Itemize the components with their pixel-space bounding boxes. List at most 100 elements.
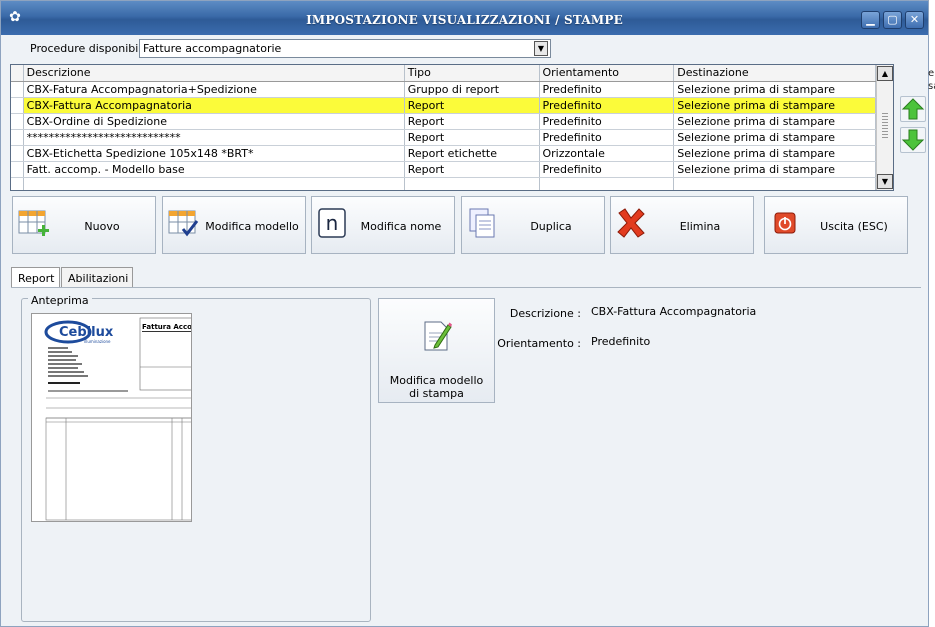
- report-grid: Descrizione Tipo Orientamento Destinazio…: [10, 64, 894, 191]
- background-text-fragment: sa: [928, 81, 935, 92]
- cell-descrizione: CBX-Ordine di Spedizione: [23, 113, 405, 130]
- row-gutter: [11, 97, 24, 114]
- cell-destinazione: [673, 177, 876, 190]
- procedure-select[interactable]: Fatture accompagnatorie ▼: [139, 39, 551, 58]
- cell-destinazione: Selezione prima di stampare: [673, 161, 876, 178]
- table-row-selected[interactable]: CBX-Fattura Accompagnatoria Report Prede…: [11, 97, 876, 114]
- cell-tipo: Gruppo di report: [404, 81, 540, 98]
- modifica-nome-label: Modifica nome: [360, 220, 442, 233]
- rename-icon: n: [318, 208, 346, 238]
- green-arrow-down-icon: [901, 129, 925, 151]
- table-row[interactable]: CBX-Etichetta Spedizione 105x148 *BRT* R…: [11, 145, 876, 162]
- cell-destinazione: Selezione prima di stampare: [673, 145, 876, 162]
- report-table: Descrizione Tipo Orientamento Destinazio…: [11, 65, 876, 190]
- scroll-down-icon[interactable]: ▼: [877, 174, 893, 189]
- rename-icon-letter: n: [326, 211, 339, 235]
- column-header-orientamento[interactable]: Orientamento: [539, 65, 675, 82]
- descrizione-value: CBX-Fattura Accompagnatoria: [591, 305, 757, 318]
- window-title: IMPOSTAZIONE VISUALIZZAZIONI / STAMPE: [306, 13, 623, 27]
- row-gutter: [11, 129, 24, 146]
- column-header-destinazione[interactable]: Destinazione: [673, 65, 876, 82]
- nuovo-button[interactable]: Nuovo: [12, 196, 156, 254]
- scroll-grip[interactable]: [882, 113, 888, 139]
- edit-document-icon: [424, 321, 452, 351]
- cell-tipo: Report: [404, 161, 540, 178]
- preview-logo-text: Cebilux: [59, 325, 114, 340]
- table-row-empty[interactable]: [11, 177, 876, 190]
- preview-logo-subtitle: illuminazione: [84, 339, 111, 344]
- green-arrow-up-icon: [901, 98, 925, 120]
- tab-divider: [11, 287, 921, 288]
- elimina-label: Elimina: [679, 220, 721, 233]
- procedure-label: Procedure disponibili :: [30, 42, 152, 55]
- minimize-button[interactable]: ▁: [861, 11, 880, 29]
- descrizione-label: Descrizione :: [509, 307, 581, 320]
- cell-descrizione: CBX-Fattura Accompagnatoria: [23, 97, 405, 114]
- row-gutter: [11, 177, 24, 190]
- orientamento-label: Orientamento :: [497, 337, 581, 350]
- column-header-descrizione[interactable]: Descrizione: [23, 65, 405, 82]
- cell-destinazione: Selezione prima di stampare: [673, 97, 876, 114]
- cell-descrizione: CBX-Etichetta Spedizione 105x148 *BRT*: [23, 145, 405, 162]
- background-text-fragment: er: [928, 68, 935, 79]
- close-button[interactable]: ✕: [905, 11, 924, 29]
- scroll-up-icon[interactable]: ▲: [877, 66, 893, 81]
- cell-tipo: [404, 177, 540, 190]
- cell-descrizione: ****************************: [23, 129, 405, 146]
- power-exit-icon: [774, 212, 796, 234]
- cell-destinazione: Selezione prima di stampare: [673, 81, 876, 98]
- table-row[interactable]: **************************** Report Pred…: [11, 129, 876, 146]
- column-header-tipo[interactable]: Tipo: [404, 65, 540, 82]
- modifica-modello-label: Modifica modello: [205, 220, 299, 233]
- cell-orientamento: Predefinito: [539, 97, 675, 114]
- move-up-button[interactable]: [900, 96, 926, 122]
- grid-header-row: Descrizione Tipo Orientamento Destinazio…: [11, 65, 876, 82]
- cell-tipo: Report etichette: [404, 145, 540, 162]
- table-row[interactable]: CBX-Fatura Accompagnatoria+Spedizione Gr…: [11, 81, 876, 98]
- table-row[interactable]: CBX-Ordine di Spedizione Report Predefin…: [11, 113, 876, 130]
- row-gutter-header: [11, 65, 24, 82]
- report-preview-image: Cebilux illuminazione: [44, 317, 191, 521]
- row-gutter: [11, 113, 24, 130]
- cell-orientamento: [539, 177, 675, 190]
- preview-legend: Anteprima: [28, 294, 92, 307]
- dropdown-arrow-icon[interactable]: ▼: [534, 41, 548, 56]
- cell-orientamento: Orizzontale: [539, 145, 675, 162]
- title-bar[interactable]: ✿ IMPOSTAZIONE VISUALIZZAZIONI / STAMPE …: [1, 1, 928, 35]
- preview-document-title: Fattura Accomp: [142, 323, 191, 332]
- cell-descrizione: CBX-Fatura Accompagnatoria+Spedizione: [23, 81, 405, 98]
- duplica-button[interactable]: Duplica: [461, 196, 605, 254]
- row-gutter: [11, 145, 24, 162]
- preview-group: Anteprima Cebilux illuminazione Fattura …: [21, 294, 371, 622]
- modifica-modello-button[interactable]: Modifica modello: [162, 196, 306, 254]
- modifica-nome-button[interactable]: n Modifica nome: [311, 196, 455, 254]
- uscita-button[interactable]: Uscita (ESC): [764, 196, 908, 254]
- elimina-button[interactable]: Elimina: [610, 196, 754, 254]
- nuovo-label: Nuovo: [84, 220, 120, 233]
- maximize-button[interactable]: ▢: [883, 11, 902, 29]
- row-gutter: [11, 161, 24, 178]
- cell-descrizione: [23, 177, 405, 190]
- uscita-label: Uscita (ESC): [820, 220, 888, 233]
- cell-destinazione: Selezione prima di stampare: [673, 129, 876, 146]
- tab-abilitazioni[interactable]: Abilitazioni: [61, 267, 133, 287]
- cell-orientamento: Predefinito: [539, 161, 675, 178]
- cell-orientamento: Predefinito: [539, 81, 675, 98]
- cell-orientamento: Predefinito: [539, 129, 675, 146]
- new-grid-icon: [18, 210, 49, 236]
- edit-grid-icon: [168, 210, 199, 237]
- grid-vertical-scrollbar[interactable]: ▲ ▼: [876, 65, 893, 190]
- delete-x-icon: [617, 208, 645, 238]
- duplicate-icon: [469, 208, 495, 238]
- tab-report[interactable]: Report: [11, 267, 60, 288]
- report-settings-window: ✿ IMPOSTAZIONE VISUALIZZAZIONI / STAMPE …: [0, 0, 929, 627]
- modifica-modello-stampa-label: Modifica modello di stampa: [389, 374, 484, 400]
- cell-orientamento: Predefinito: [539, 113, 675, 130]
- orientamento-value: Predefinito: [591, 335, 651, 348]
- procedure-select-value: Fatture accompagnatorie: [143, 42, 282, 55]
- table-row[interactable]: Fatt. accomp. - Modello base Report Pred…: [11, 161, 876, 178]
- report-preview-thumbnail[interactable]: Cebilux illuminazione Fattura Acco: [31, 313, 192, 522]
- cell-destinazione: Selezione prima di stampare: [673, 113, 876, 130]
- cell-tipo: Report: [404, 129, 540, 146]
- move-down-button[interactable]: [900, 127, 926, 153]
